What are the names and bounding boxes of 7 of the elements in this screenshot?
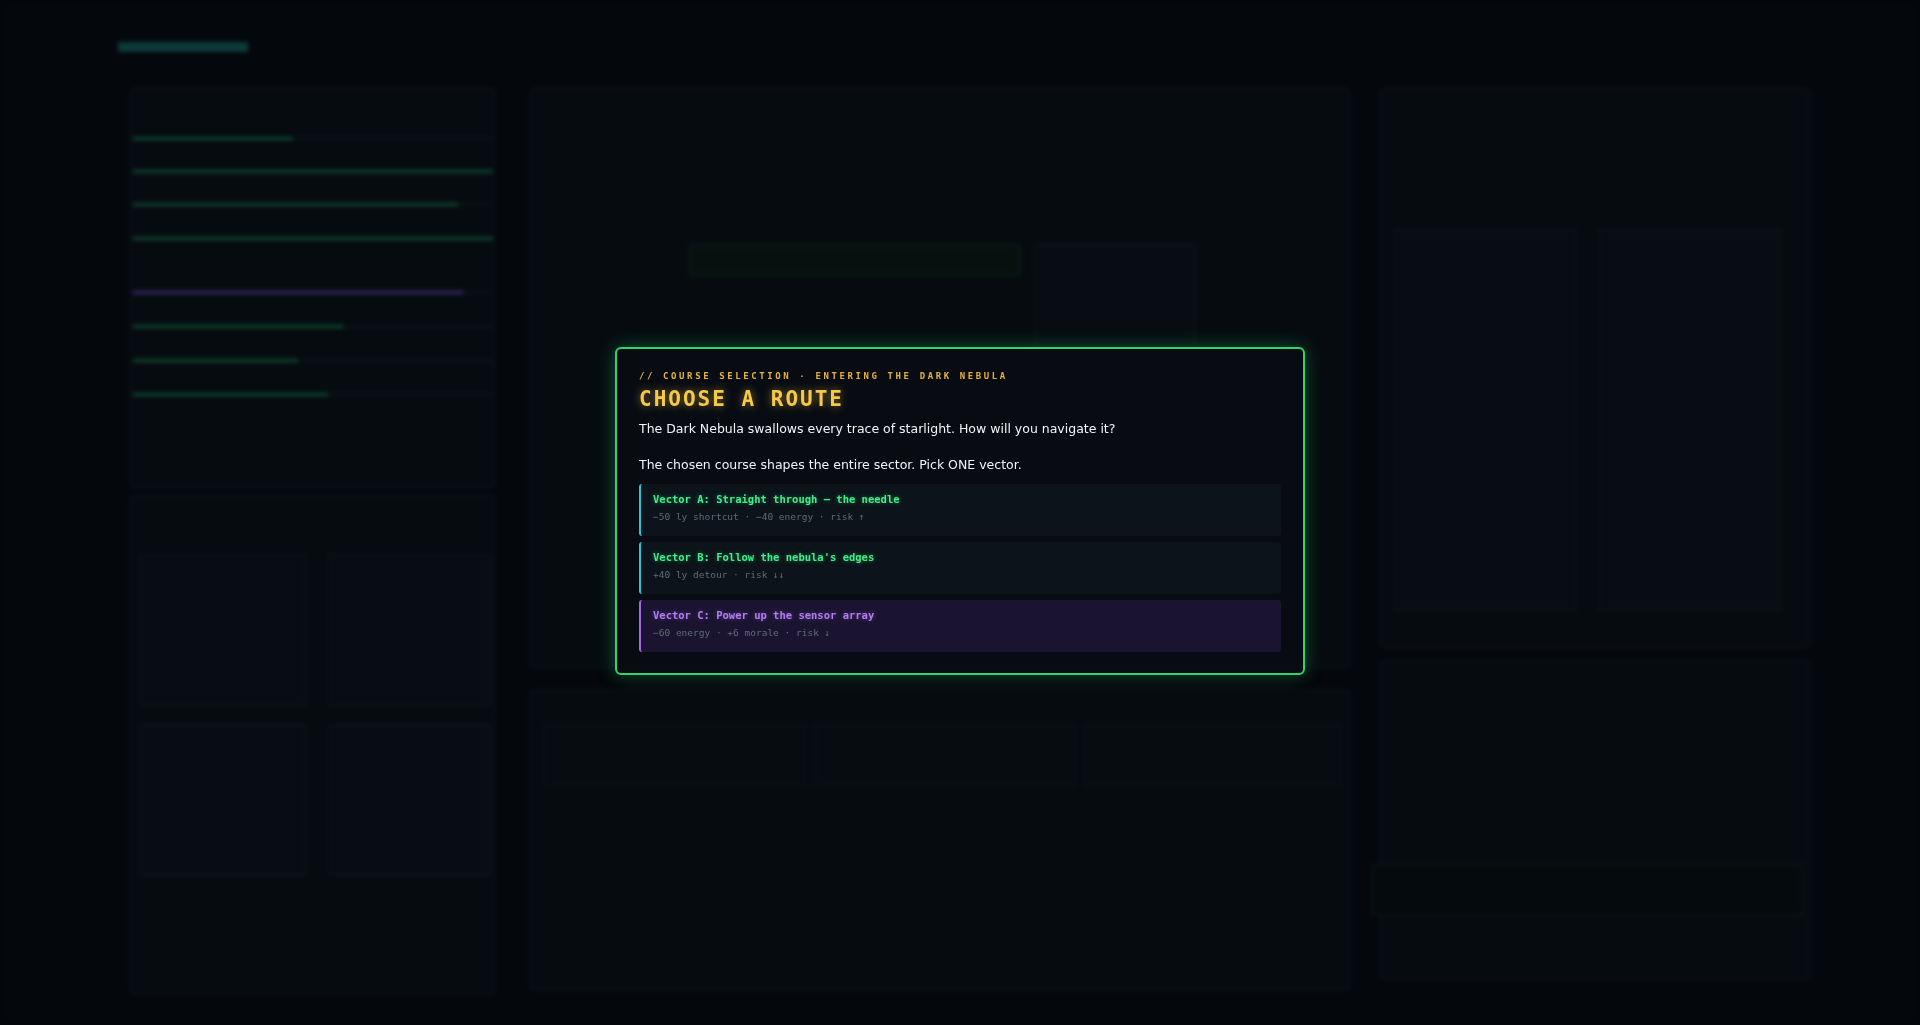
- route-option[interactable]: Vector B: Follow the nebula's edges +40 ly detour · risk ↓↓: [639, 542, 1281, 594]
- dialog-title: CHOOSE A ROUTE: [639, 387, 845, 411]
- route-option[interactable]: Vector C: Power up the sensor array −60 energy · +6 morale · risk ↓: [639, 600, 1281, 652]
- dialog-text: The Dark Nebula swallows every trace of starlight. How will you navigate it?: [639, 420, 1117, 438]
- route-option[interactable]: Vector A: Straight through – the needle −50 ly shortcut · −40 energy · risk ↑: [639, 484, 1281, 536]
- dialog-kicker: // COURSE SELECTION · ENTERING THE DARK NEBULA: [639, 371, 1009, 381]
- dialog-text: The chosen course shapes the entire sector. Pick ONE vector.: [639, 456, 1023, 474]
